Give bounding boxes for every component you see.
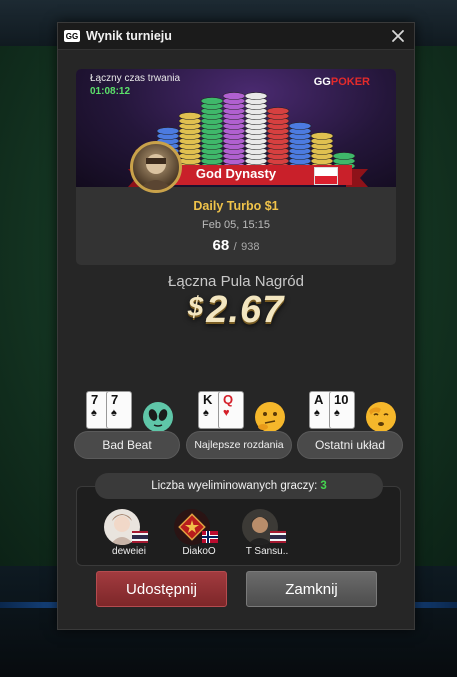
thinking-emoji-icon [255,402,285,432]
tournament-name: Daily Turbo $1 [193,199,279,213]
thailand-flag-icon [132,531,148,543]
playing-card: 10 ♠ [329,391,355,429]
eliminated-count-value: 3 [320,480,327,492]
duration-label: Łączny czas trwania [90,73,181,84]
close-button[interactable]: Zamknij [246,571,377,607]
prize-pool-label: Łączna Pula Nagród [168,273,304,290]
playing-card: Q ♥ [218,391,244,429]
hand-bad-beat[interactable]: 7 ♠ 7 ♠ Bad Beat [74,389,182,461]
dialog-title: Wynik turnieju [86,29,172,43]
eliminated-count-pill: Liczba wyeliminowanych graczy: 3 [95,473,383,499]
facepalm-emoji-icon [366,402,396,432]
eliminated-count-label: Liczba wyeliminowanych graczy: [151,480,318,492]
tournament-date: Feb 05, 15:15 [202,219,270,231]
chip [310,132,334,140]
norway-flag-icon [202,531,218,543]
eliminated-player[interactable]: DiakoO [168,507,228,563]
dialog-titlebar: GG Wynik turnieju [58,23,414,50]
prize-pool-value: $2.67 [58,289,414,332]
chip [222,92,246,100]
bad-beat-button[interactable]: Bad Beat [74,431,180,459]
chip [244,92,268,100]
player-name: God Dynasty [195,166,277,181]
chip [178,112,202,120]
playing-card: 7 ♠ [106,391,132,429]
eliminated-player[interactable]: deweiei [98,507,158,563]
tournament-result-dialog: GG Wynik turnieju Łączny czas trwania 01… [57,22,415,630]
ggpoker-logo-gg: GG [313,76,331,88]
hand-last-hand[interactable]: A ♠ 10 ♠ Ostatni układ [297,389,405,461]
eliminated-player-name: deweiei [112,546,146,557]
hand-best-hands[interactable]: K ♠ Q ♥ Najlepsze rozdania [186,389,294,461]
eliminated-player-name: DiakoO [182,546,216,557]
total-players: 938 [241,241,260,253]
prize-currency: $ [187,291,205,322]
ggpoker-logo: GGPOKER [314,76,370,88]
finish-position-separator: / [233,241,237,253]
eliminated-player[interactable]: T Sansu.. [236,507,296,563]
thailand-flag-icon [270,531,286,543]
close-icon[interactable] [390,28,406,44]
eliminated-player-name: T Sansu.. [245,546,289,557]
chip [200,97,224,105]
last-hand-button[interactable]: Ostatni układ [297,431,403,459]
poland-flag-icon [314,167,338,185]
chip [266,107,290,115]
finish-position-value: 68 [212,237,230,254]
prize-amount: 2.67 [206,289,285,331]
finish-position: 68 / 938 [76,237,396,255]
chip [156,127,180,135]
share-button[interactable]: Udostępnij [96,571,227,607]
result-card: Łączny czas trwania 01:08:12 GGPOKER God… [76,69,396,265]
ggpoker-logo-poker: POKER [330,76,370,88]
alien-emoji-icon [143,402,173,432]
best-hands-button[interactable]: Najlepsze rozdania [186,431,292,459]
chip [332,152,356,160]
duration-value: 01:08:12 [90,86,131,97]
gg-logo-icon: GG [64,30,80,42]
chip [288,122,312,130]
